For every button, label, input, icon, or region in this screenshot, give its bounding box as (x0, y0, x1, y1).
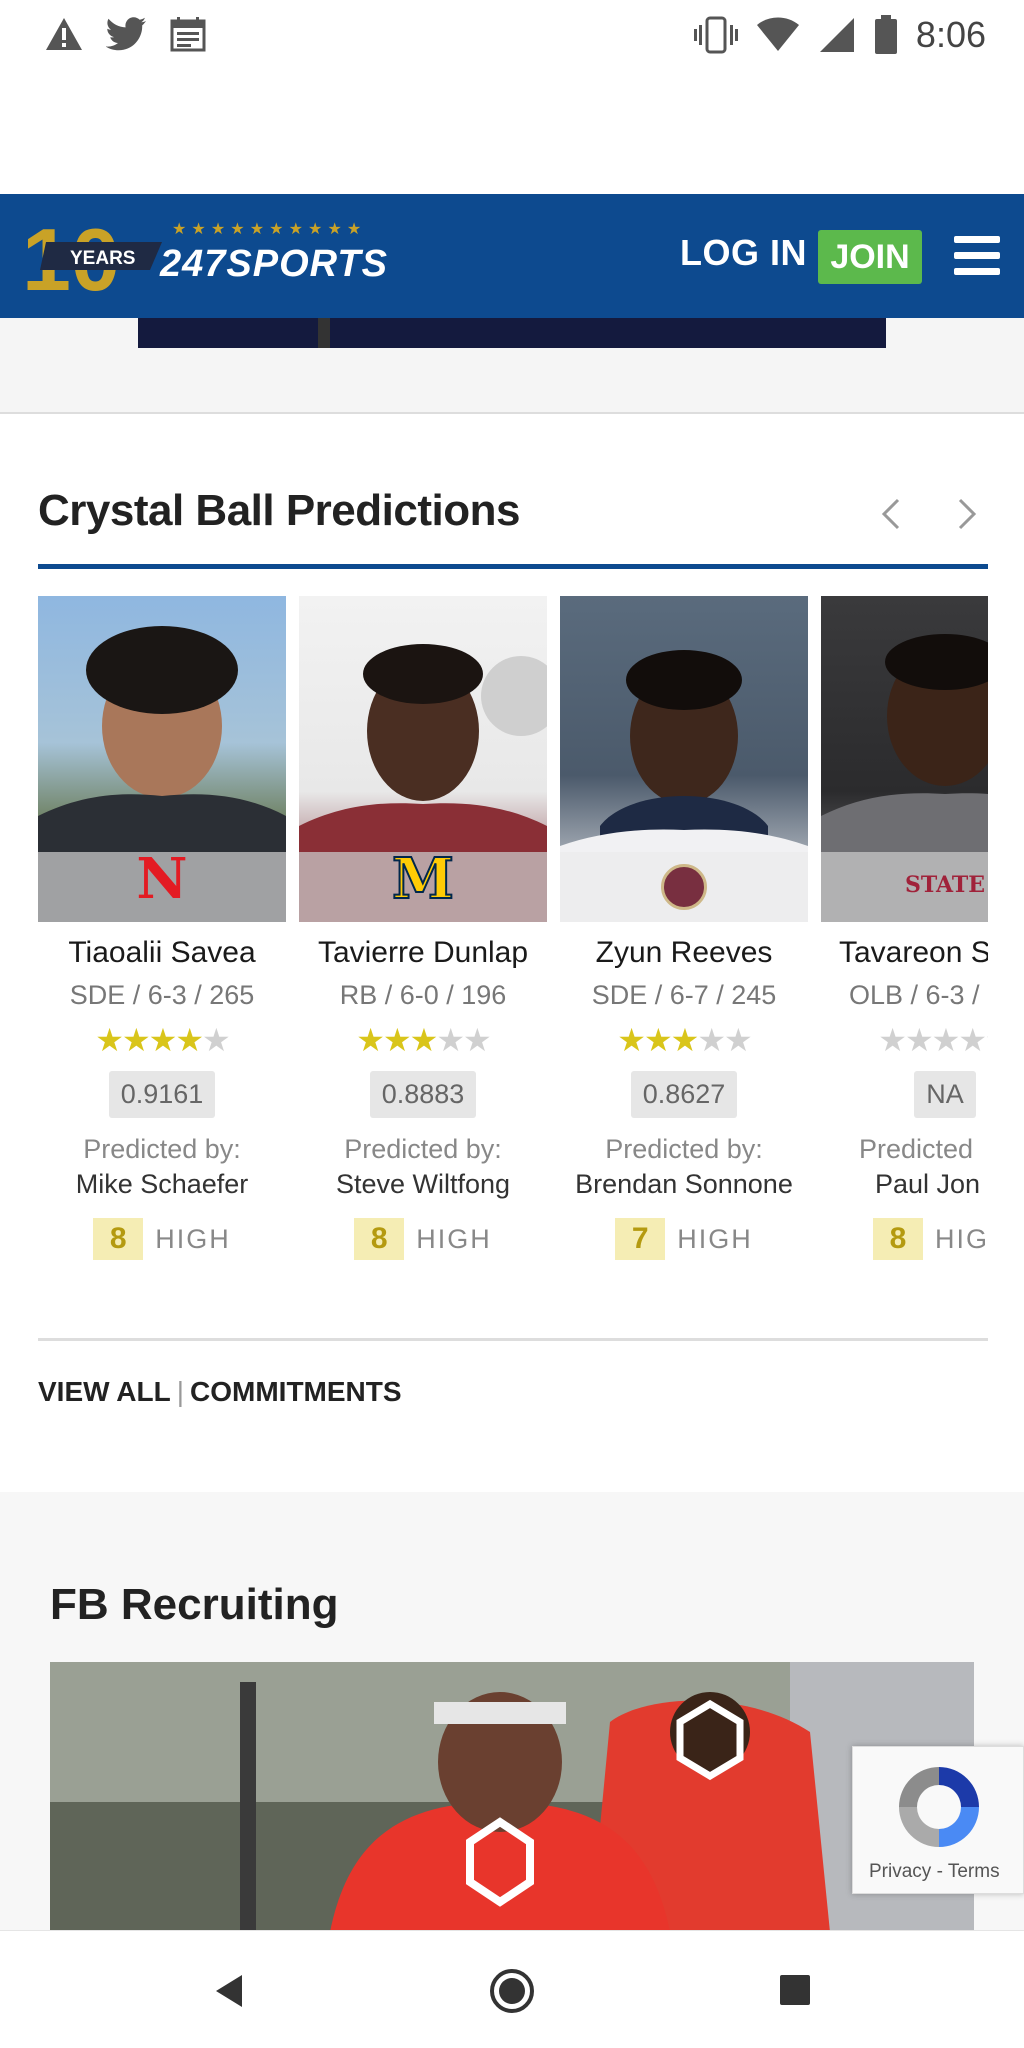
battery-icon (874, 15, 897, 54)
star-rating: ★★★★★ (356, 1022, 491, 1058)
confidence-score: 7 (615, 1218, 666, 1260)
predicted-by-label: Predicted (859, 1134, 974, 1164)
predictor-name[interactable]: Steve Wiltfong (299, 1169, 547, 1200)
logo-brand: 247SPORTS (159, 243, 388, 285)
player-photo: STATE (821, 596, 988, 922)
logo-years-label: YEARS (70, 248, 135, 269)
team-logo: N (136, 846, 188, 912)
chevron-left-icon (881, 498, 900, 530)
article-image[interactable] (50, 1662, 974, 1932)
star-rating: ★★★★★ (617, 1022, 752, 1058)
terms-link[interactable]: Terms (948, 1861, 1000, 1882)
login-link[interactable]: LOG IN (680, 232, 807, 274)
carousel-prev-button[interactable] (872, 492, 912, 536)
prediction-card[interactable]: Zyun Reeves SDE / 6-7 / 245 ★★★★★ 0.8627… (560, 596, 808, 1276)
recaptcha-icon (899, 1767, 979, 1847)
confidence-score: 8 (93, 1218, 144, 1260)
site-logo[interactable]: 10 YEARS ★ ★ ★ ★ ★ ★ ★ ★ ★ ★ 247SPORTS (22, 210, 492, 309)
player-photo: N (38, 596, 286, 922)
predicted-by-label: Predicted by: (605, 1134, 763, 1164)
predictor-name[interactable]: Mike Schaefer (38, 1169, 286, 1200)
calendar-icon (170, 17, 206, 52)
player-photo: M (299, 596, 547, 922)
link-separator: | (176, 1376, 185, 1407)
player-meta: SDE / 6-3 / 265 (69, 980, 255, 1010)
section-title: FB Recruiting (50, 1580, 339, 1629)
confidence-level: HIGH (677, 1223, 753, 1254)
carousel-next-button[interactable] (946, 492, 986, 536)
star-rating: ★★★★★ (878, 1022, 988, 1058)
warning-icon (46, 18, 82, 50)
site-header: 10 YEARS ★ ★ ★ ★ ★ ★ ★ ★ ★ ★ 247SPORTS L… (0, 194, 1024, 318)
player-meta: OLB / 6-3 / (849, 980, 980, 1010)
ad-banner[interactable] (138, 318, 886, 348)
predictor-name[interactable]: Paul Jon (821, 1169, 988, 1200)
player-name[interactable]: Tavareon S (821, 936, 988, 970)
wifi-icon (756, 17, 799, 51)
signal-icon (819, 18, 854, 52)
player-rating: NA (914, 1071, 976, 1118)
player-name[interactable]: Tiaoalii Savea (38, 936, 286, 970)
team-logo: M (391, 845, 455, 913)
status-bar: 8:06 (0, 0, 1024, 72)
join-button[interactable]: JOIN (818, 230, 922, 284)
confidence-score: 8 (354, 1218, 405, 1260)
player-photo (560, 596, 808, 922)
section-links: VIEW ALL | COMMITMENTS (38, 1376, 402, 1408)
prediction-card[interactable]: STATE Tavareon S OLB / 6-3 / ★★★★★ NA Pr… (821, 596, 988, 1276)
back-icon[interactable] (210, 1971, 250, 2011)
team-logo (661, 864, 707, 910)
home-icon[interactable] (488, 1967, 536, 2015)
confidence: 8 HIGH (38, 1218, 286, 1260)
confidence: 8 HIGH (299, 1218, 547, 1260)
recaptcha-badge[interactable]: Privacy - Terms (852, 1746, 1024, 1894)
recaptcha-separator: - (936, 1861, 943, 1882)
confidence-level: HIG (935, 1223, 988, 1254)
recents-icon[interactable] (778, 1973, 812, 2007)
confidence: 7 HIGH (560, 1218, 808, 1260)
confidence-level: HIGH (416, 1223, 492, 1254)
predicted-by-label: Predicted by: (344, 1134, 502, 1164)
section-divider (38, 1338, 988, 1341)
player-rating: 0.9161 (108, 1071, 216, 1118)
menu-icon[interactable] (954, 236, 1002, 276)
privacy-link[interactable]: Privacy (869, 1861, 931, 1882)
confidence-level: HIGH (155, 1223, 231, 1254)
prediction-card[interactable]: N Tiaoalii Savea SDE / 6-3 / 265 ★★★★★ 0… (38, 596, 286, 1276)
prediction-card[interactable]: M Tavierre Dunlap RB / 6-0 / 196 ★★★★★ 0… (299, 596, 547, 1276)
logo-stars: ★ ★ ★ ★ ★ ★ ★ ★ ★ ★ (172, 219, 361, 238)
player-rating: 0.8883 (369, 1071, 477, 1118)
predicted-by-label: Predicted by: (83, 1134, 241, 1164)
clock: 8:06 (915, 14, 986, 55)
player-name[interactable]: Tavierre Dunlap (299, 936, 547, 970)
predictor-name[interactable]: Brendan Sonnone (560, 1169, 808, 1200)
confidence: 8 HIG (821, 1218, 988, 1260)
twitter-icon (106, 17, 146, 51)
star-rating: ★★★★★ (95, 1022, 230, 1058)
confidence-score: 8 (873, 1218, 923, 1260)
player-meta: RB / 6-0 / 196 (339, 980, 507, 1010)
chevron-right-icon (958, 498, 977, 530)
commitments-link[interactable]: COMMITMENTS (190, 1376, 402, 1407)
section-rule (38, 564, 988, 569)
player-rating: 0.8627 (630, 1071, 738, 1118)
logo-graphic: 10 YEARS ★ ★ ★ ★ ★ ★ ★ ★ ★ ★ 247SPORTS (22, 210, 388, 309)
section-title: Crystal Ball Predictions (38, 486, 520, 535)
player-meta: SDE / 6-7 / 245 (591, 980, 777, 1010)
player-name[interactable]: Zyun Reeves (560, 936, 808, 970)
system-nav-bar (0, 1930, 1024, 2048)
team-logo: STATE (904, 872, 986, 898)
predictions-carousel: N Tiaoalii Savea SDE / 6-3 / 265 ★★★★★ 0… (38, 596, 988, 1276)
page: 8:06 10 YEARS ★ ★ ★ ★ ★ ★ ★ ★ ★ ★ 247SPO… (0, 0, 1024, 2048)
vibrate-icon (693, 16, 738, 54)
view-all-link[interactable]: VIEW ALL (38, 1376, 171, 1407)
